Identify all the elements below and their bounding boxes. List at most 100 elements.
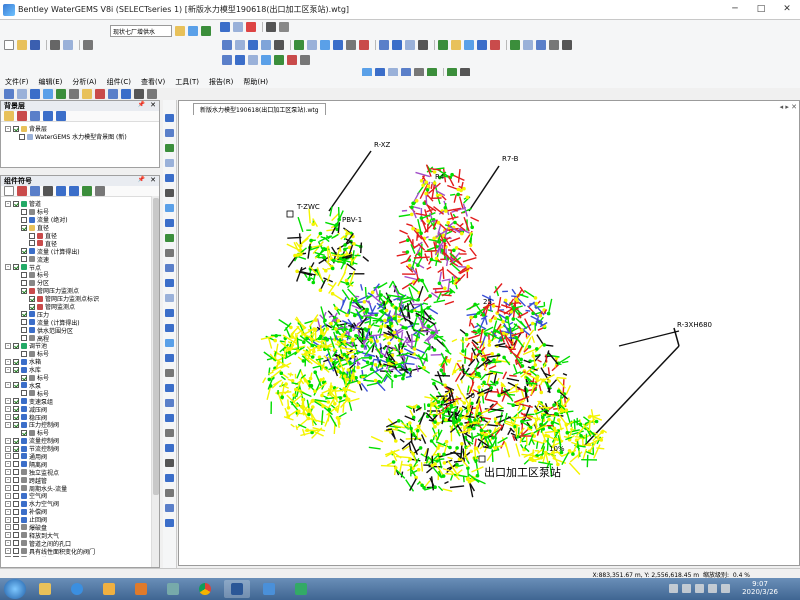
expand-toggle[interactable]: - [5, 437, 11, 444]
checkbox[interactable] [13, 548, 19, 555]
pipe[interactable] [438, 452, 454, 458]
pipe[interactable] [447, 456, 453, 460]
junction-node[interactable] [491, 304, 496, 308]
pipe[interactable] [327, 283, 334, 288]
junction-node[interactable] [411, 226, 415, 231]
pipe[interactable] [373, 324, 381, 328]
junction-node[interactable] [397, 319, 401, 323]
junction-node[interactable] [481, 313, 486, 317]
expand-toggle[interactable] [13, 327, 19, 333]
expand-toggle[interactable]: - [5, 500, 11, 507]
checkbox[interactable] [13, 508, 19, 515]
junction-node[interactable] [432, 348, 437, 352]
junction-node[interactable] [379, 354, 384, 359]
junction-node[interactable] [464, 337, 469, 342]
junction-node[interactable] [599, 438, 604, 442]
junction-node[interactable] [465, 195, 470, 200]
pipe[interactable] [262, 377, 267, 384]
pipe[interactable] [493, 283, 503, 294]
element-k-icon[interactable] [134, 89, 144, 99]
junction-node[interactable] [321, 404, 325, 409]
checkbox[interactable] [13, 125, 19, 132]
junction-node[interactable] [519, 357, 523, 362]
close-button[interactable]: ✕ [774, 0, 800, 18]
junction-node[interactable] [466, 476, 470, 481]
junction-node[interactable] [533, 409, 538, 413]
pin-icon[interactable]: 📌 [138, 101, 145, 108]
preview-icon[interactable] [63, 40, 73, 50]
junction-node[interactable] [433, 425, 437, 429]
pipe[interactable] [361, 374, 367, 377]
pipe[interactable] [454, 372, 462, 383]
tree-item[interactable]: - 水泵 [5, 381, 159, 390]
junction-node[interactable] [313, 389, 317, 394]
junction-node[interactable] [426, 184, 431, 188]
junction-node[interactable] [511, 403, 515, 408]
open-file-icon[interactable] [17, 40, 27, 50]
tool-y-icon[interactable] [562, 40, 572, 50]
junction-node[interactable] [410, 212, 414, 217]
junction-node[interactable] [299, 252, 303, 256]
options-icon[interactable] [95, 186, 105, 196]
up-icon[interactable] [56, 186, 66, 196]
junction-node[interactable] [331, 258, 336, 263]
expand-toggle[interactable] [13, 288, 19, 294]
redo-icon[interactable] [233, 22, 243, 32]
expand-toggle[interactable]: - [5, 508, 11, 515]
pipe[interactable] [475, 460, 479, 475]
junction-node[interactable] [446, 220, 451, 225]
layout-tool-icon[interactable] [165, 204, 174, 212]
maximize-button[interactable]: □ [748, 0, 774, 18]
delete-icon[interactable] [246, 22, 256, 32]
junction-node[interactable] [473, 314, 478, 319]
checkbox[interactable] [21, 287, 27, 294]
checkbox[interactable] [19, 133, 25, 140]
junction-node[interactable] [473, 418, 477, 422]
pipe[interactable] [396, 253, 408, 257]
checkbox[interactable] [13, 477, 19, 484]
layout-tool-icon[interactable] [165, 324, 174, 332]
pipe[interactable] [457, 169, 461, 183]
pipe[interactable] [436, 370, 443, 383]
junction-node[interactable] [468, 243, 473, 248]
tool-f-icon[interactable] [294, 40, 304, 50]
junction-node[interactable] [373, 378, 378, 383]
pipe[interactable] [444, 300, 455, 306]
checkbox[interactable] [13, 421, 19, 428]
junction-node[interactable] [379, 293, 383, 297]
tree-item[interactable]: 管网压力监测点标识 [5, 295, 159, 303]
junction-node[interactable] [279, 371, 284, 375]
junction-node[interactable] [477, 411, 482, 416]
pipe[interactable] [537, 400, 550, 411]
junction-node[interactable] [342, 352, 347, 357]
pipe[interactable] [441, 294, 452, 297]
expand-toggle[interactable] [13, 217, 19, 223]
pipe[interactable] [519, 293, 529, 299]
minimize-button[interactable]: ─ [722, 0, 748, 18]
expand-toggle[interactable] [13, 319, 19, 325]
pipe[interactable] [453, 460, 462, 463]
pipe[interactable] [433, 299, 446, 304]
pipe[interactable] [500, 440, 505, 449]
pipe[interactable] [399, 355, 405, 358]
expand-toggle[interactable]: - [5, 469, 11, 476]
layout-tool-icon[interactable] [165, 384, 174, 392]
pipe[interactable] [395, 455, 411, 459]
tool-g-icon[interactable] [307, 40, 317, 50]
expand-toggle[interactable]: - [5, 540, 11, 547]
tool-t-icon[interactable] [490, 40, 500, 50]
pipe[interactable] [272, 379, 283, 386]
junction-node[interactable] [594, 419, 599, 424]
junction-node[interactable] [455, 446, 459, 450]
junction-node[interactable] [335, 222, 339, 227]
junction-node[interactable] [408, 421, 412, 425]
expand-toggle[interactable]: - [5, 366, 11, 373]
junction-node[interactable] [334, 306, 338, 311]
move-down-icon[interactable] [56, 111, 66, 121]
document-tab[interactable]: 新版水力模型190618(出口加工区泵站).wtg [193, 103, 326, 115]
junction-node[interactable] [443, 383, 447, 388]
junction-node[interactable] [351, 354, 355, 359]
junction-node[interactable] [308, 383, 312, 388]
junction-node[interactable] [539, 390, 544, 395]
pipe[interactable] [506, 377, 520, 382]
